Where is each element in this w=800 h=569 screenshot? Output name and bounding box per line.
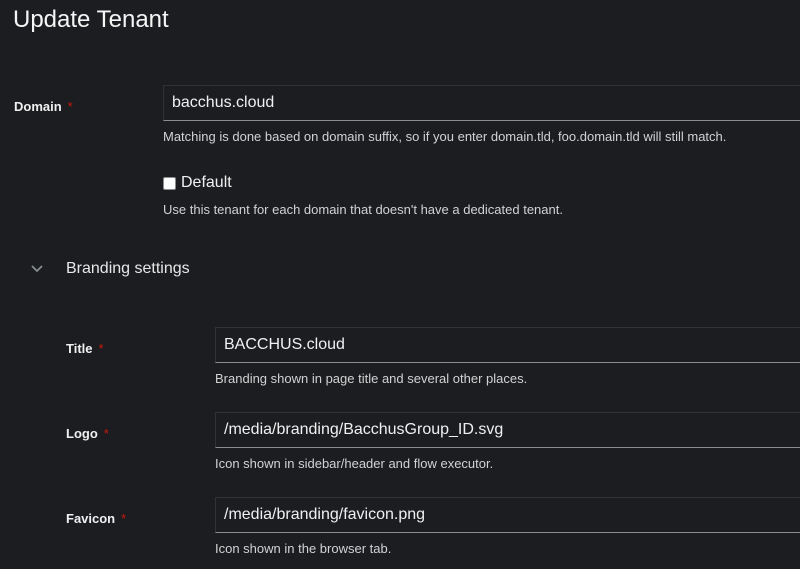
default-checkbox-label: Default (181, 174, 232, 191)
chevron-down-icon (30, 262, 44, 276)
required-mark: * (98, 341, 104, 356)
logo-helper-text: Icon shown in sidebar/header and flow ex… (215, 456, 494, 471)
required-mark: * (67, 99, 73, 114)
domain-input[interactable]: bacchus.cloud (163, 85, 800, 121)
branding-settings-label: Branding settings (66, 260, 190, 277)
logo-input[interactable]: /media/branding/BacchusGroup_ID.svg (215, 412, 800, 448)
logo-label: Logo * (66, 426, 109, 441)
favicon-label-text: Favicon (66, 511, 116, 526)
default-checkbox[interactable] (163, 176, 176, 190)
domain-label-text: Domain (14, 99, 62, 114)
favicon-helper-text: Icon shown in the browser tab. (215, 541, 392, 556)
page-title: Update Tenant (13, 6, 169, 33)
title-input[interactable]: BACCHUS.cloud (215, 327, 800, 363)
logo-label-text: Logo (66, 426, 98, 441)
title-helper-text: Branding shown in page title and several… (215, 371, 528, 386)
favicon-input[interactable]: /media/branding/favicon.png (215, 497, 800, 533)
domain-helper-text: Matching is done based on domain suffix,… (163, 129, 727, 144)
required-mark: * (121, 511, 127, 526)
update-tenant-form: Update Tenant Domain * bacchus.cloud Matc… (0, 0, 800, 569)
required-mark: * (103, 426, 109, 441)
title-label-text: Title (66, 341, 93, 356)
domain-label: Domain * (14, 99, 73, 114)
title-label: Title * (66, 341, 104, 356)
default-helper-text: Use this tenant for each domain that doe… (163, 202, 563, 217)
branding-settings-toggle[interactable]: Branding settings (30, 260, 190, 278)
favicon-label: Favicon * (66, 511, 126, 526)
default-checkbox-row[interactable]: Default (163, 174, 232, 192)
